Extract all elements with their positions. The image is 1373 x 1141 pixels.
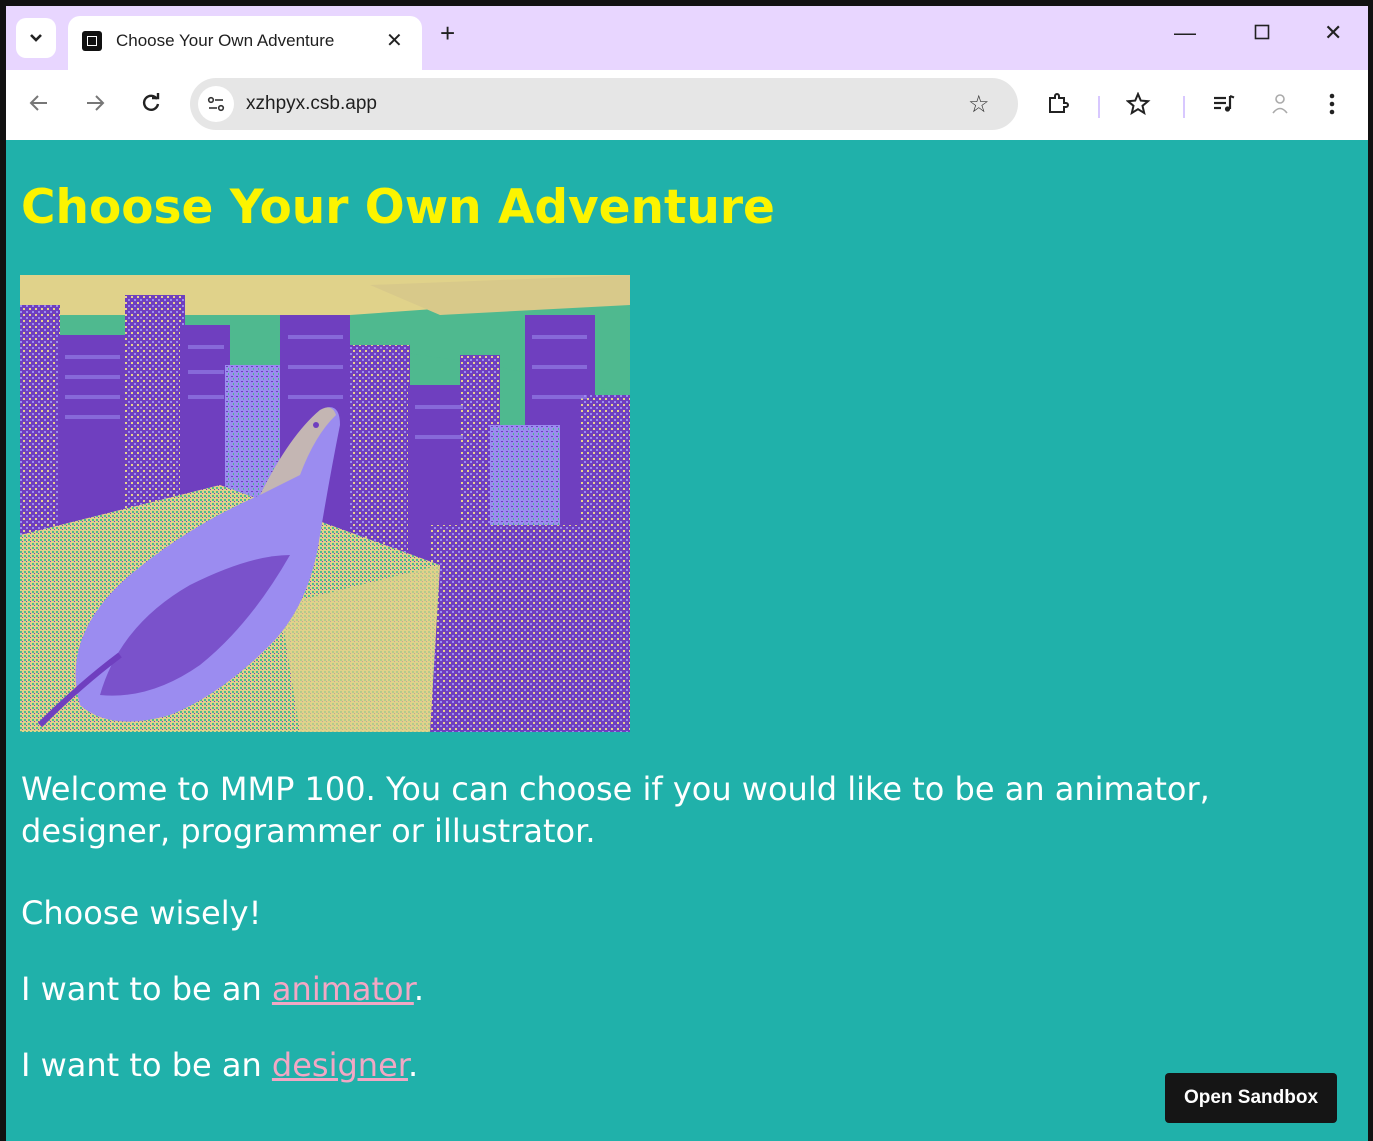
new-tab-button[interactable]: +	[440, 20, 455, 46]
media-queue-icon	[1214, 94, 1235, 112]
animator-paragraph: I want to be an animator.	[21, 968, 424, 1010]
kebab-menu-icon	[1329, 93, 1335, 115]
close-tab-button[interactable]: ✕	[386, 28, 403, 53]
minimize-button[interactable]: —	[1174, 20, 1196, 46]
animator-prefix: I want to be an	[21, 970, 272, 1008]
browser-window: Choose Your Own Adventure ✕ + — ✕ xzhpyx…	[6, 6, 1368, 1141]
toolbar-separator	[1183, 96, 1185, 118]
profile-button[interactable]	[1270, 92, 1290, 121]
active-tab[interactable]: Choose Your Own Adventure ✕	[68, 16, 422, 70]
animator-suffix: .	[413, 970, 424, 1008]
site-info-button[interactable]	[198, 86, 234, 122]
star-list-icon	[1125, 91, 1151, 116]
toolbar-separator	[1098, 96, 1100, 118]
tune-icon	[207, 96, 225, 112]
designer-suffix: .	[407, 1046, 419, 1084]
media-button[interactable]	[1212, 92, 1236, 121]
browser-menu-button[interactable]	[1328, 92, 1336, 121]
extensions-button[interactable]	[1046, 92, 1070, 121]
arrow-right-icon	[87, 95, 105, 111]
tab-strip: Choose Your Own Adventure ✕ + — ✕	[6, 6, 1368, 70]
url-text: xzhpyx.csb.app	[246, 93, 377, 114]
chevron-down-icon	[30, 34, 42, 42]
reload-icon	[142, 93, 160, 111]
page-content: Choose Your Own Adventure Welcome to MMP…	[6, 140, 1368, 1141]
animator-link[interactable]: animator	[272, 970, 414, 1008]
designer-link[interactable]: designer	[272, 1046, 408, 1084]
tab-title: Choose Your Own Adventure	[116, 31, 335, 50]
bookmark-star-button[interactable]: ☆	[968, 90, 990, 119]
address-bar[interactable]: xzhpyx.csb.app ☆	[190, 78, 1018, 130]
puzzle-icon	[1049, 93, 1069, 113]
bookmarks-button[interactable]	[1125, 91, 1152, 121]
forward-button[interactable]	[84, 92, 106, 119]
browser-toolbar: xzhpyx.csb.app ☆	[6, 70, 1368, 140]
arrow-left-icon	[29, 95, 47, 111]
tab-search-button[interactable]	[16, 18, 56, 58]
window-close-button[interactable]: ✕	[1324, 20, 1342, 46]
profile-icon	[1272, 94, 1288, 114]
welcome-paragraph: Welcome to MMP 100. You can choose if yo…	[21, 770, 1210, 850]
back-button[interactable]	[28, 92, 50, 119]
maximize-icon	[1254, 24, 1270, 40]
designer-paragraph: I want to be an designer.	[21, 1044, 418, 1086]
codesandbox-favicon-icon	[82, 31, 102, 51]
choose-paragraph: Choose wisely!	[21, 894, 262, 932]
maximize-button[interactable]	[1254, 20, 1270, 46]
page-title: Choose Your Own Adventure	[21, 180, 775, 235]
hero-image	[20, 275, 630, 732]
open-sandbox-button[interactable]: Open Sandbox	[1165, 1073, 1337, 1123]
designer-prefix: I want to be an	[21, 1046, 272, 1084]
reload-button[interactable]	[140, 92, 162, 119]
